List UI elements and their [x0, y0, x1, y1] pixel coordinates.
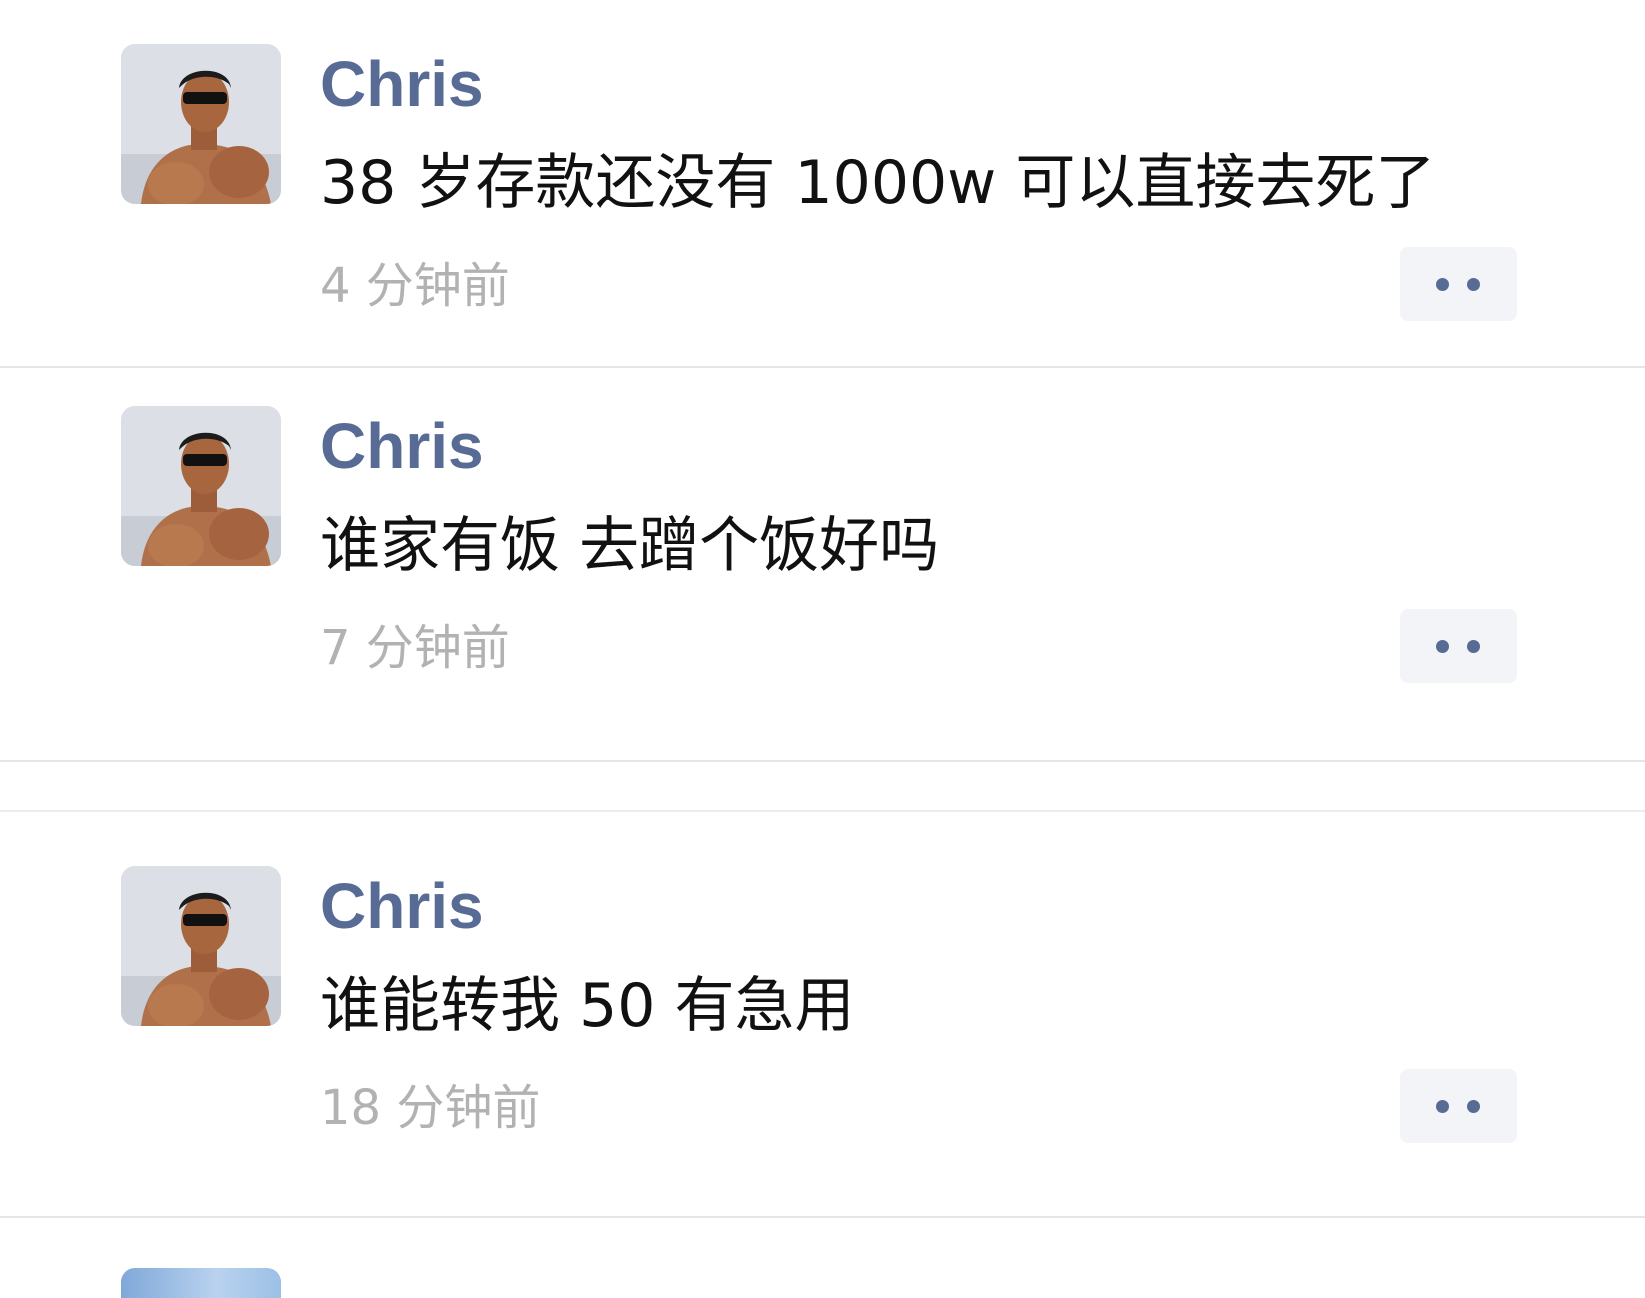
avatar[interactable]	[121, 866, 281, 1026]
more-dot-icon	[1436, 278, 1449, 291]
more-button[interactable]	[1400, 1069, 1517, 1143]
more-dot-icon	[1467, 1100, 1480, 1113]
more-dot-icon	[1436, 1100, 1449, 1113]
post-content: 谁家有饭 去蹭个饭好吗	[320, 511, 940, 581]
avatar[interactable]	[121, 44, 281, 204]
author-name[interactable]: Chris	[320, 52, 484, 116]
section-gap	[0, 760, 1645, 812]
more-button[interactable]	[1400, 609, 1517, 683]
more-dot-icon	[1467, 278, 1480, 291]
author-name[interactable]: Chris	[320, 874, 484, 938]
post-item: Chris 38 岁存款还没有 1000w 可以直接去死了 4 分钟前	[0, 0, 1645, 366]
divider	[0, 1216, 1645, 1218]
post-content: 38 岁存款还没有 1000w 可以直接去死了	[320, 148, 1436, 218]
author-name[interactable]: Chris	[320, 414, 484, 478]
post-content: 谁能转我 50 有急用	[320, 971, 855, 1041]
avatar-image	[121, 44, 281, 204]
post-time: 4 分钟前	[320, 258, 510, 314]
avatar[interactable]	[121, 1268, 281, 1298]
post-time: 18 分钟前	[320, 1080, 541, 1136]
avatar[interactable]	[121, 406, 281, 566]
post-time: 7 分钟前	[320, 620, 510, 676]
more-button[interactable]	[1400, 247, 1517, 321]
more-dot-icon	[1436, 640, 1449, 653]
moments-feed: Chris 38 岁存款还没有 1000w 可以直接去死了 4 分钟前 Chri…	[0, 0, 1645, 1298]
more-dot-icon	[1467, 640, 1480, 653]
post-item: Chris 谁能转我 50 有急用 18 分钟前	[0, 812, 1645, 1216]
post-item: Chris 谁家有饭 去蹭个饭好吗 7 分钟前	[0, 368, 1645, 758]
avatar-image	[121, 866, 281, 1026]
avatar-image	[121, 406, 281, 566]
